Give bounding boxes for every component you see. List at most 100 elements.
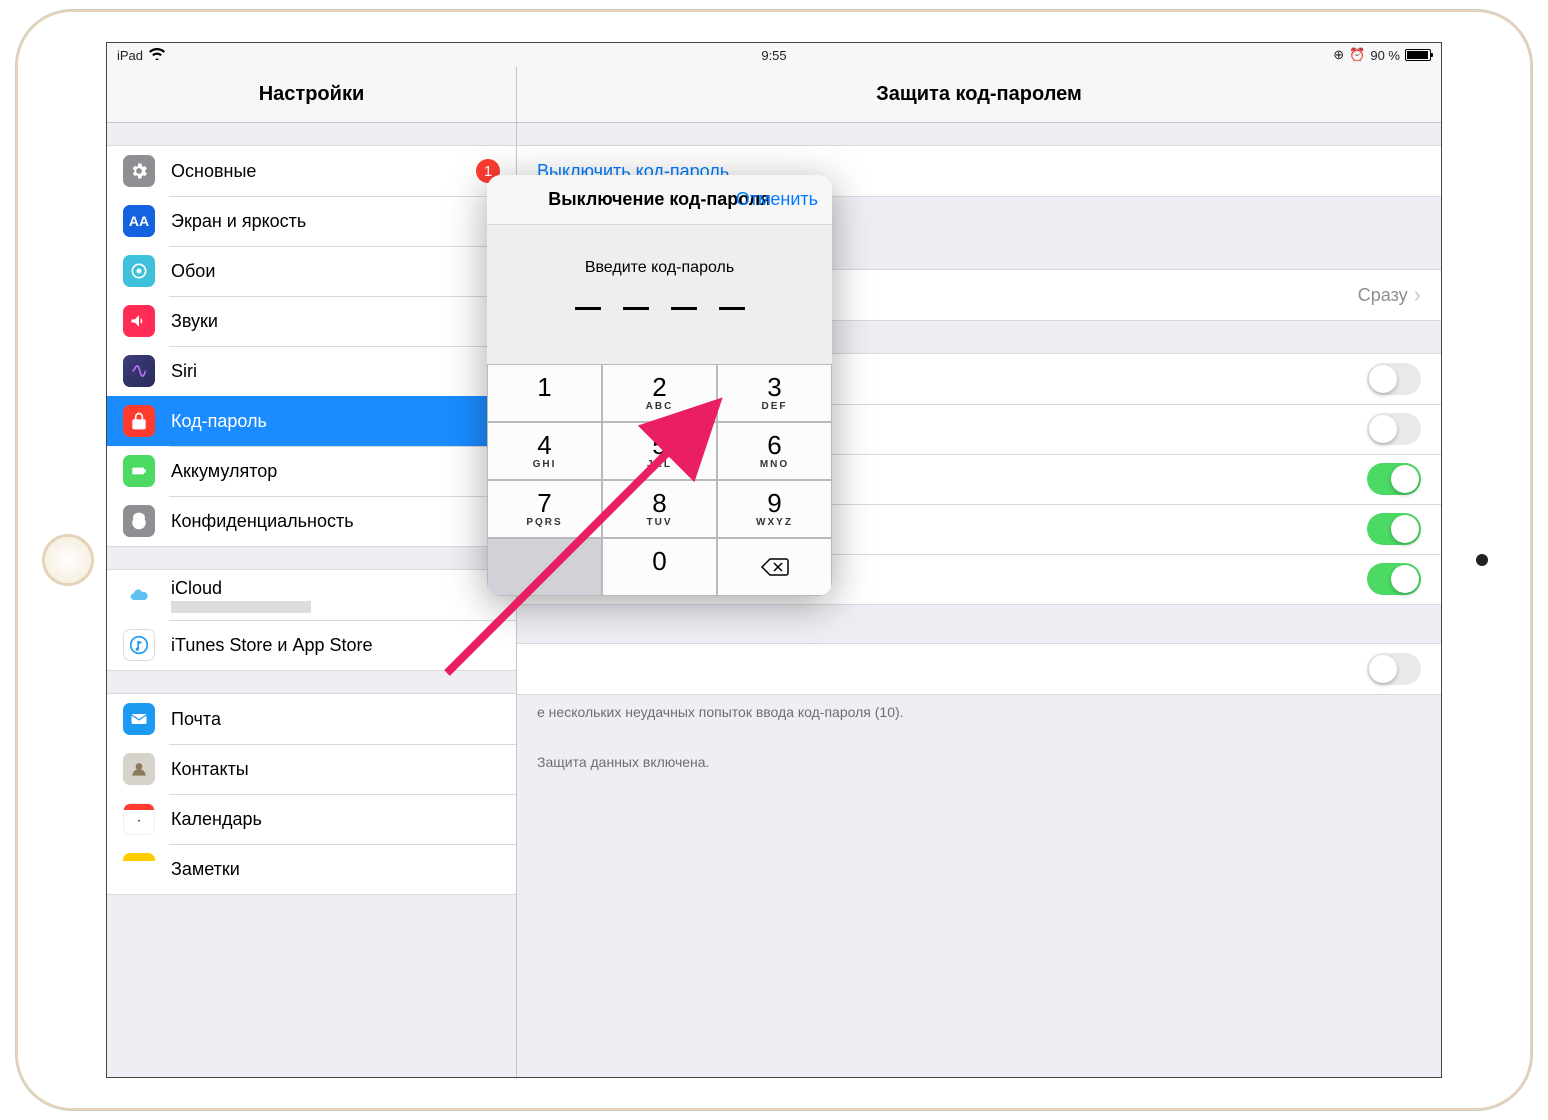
sidebar-item-label: Обои bbox=[171, 261, 215, 282]
sidebar-item-itunes[interactable]: iTunes Store и App Store bbox=[107, 620, 516, 670]
passcode-icon bbox=[123, 405, 155, 437]
sidebar-item-sounds[interactable]: Звуки bbox=[107, 296, 516, 346]
sidebar-item-label: Конфиденциальность bbox=[171, 511, 354, 532]
keypad-key-4[interactable]: 4GHI bbox=[487, 422, 602, 480]
home-button[interactable] bbox=[42, 534, 94, 586]
sidebar-item-label: Почта bbox=[171, 709, 221, 730]
key-letters: ABC bbox=[646, 401, 674, 412]
alarm-icon: ⏰ bbox=[1349, 47, 1365, 63]
sidebar-item-display[interactable]: AA Экран и яркость bbox=[107, 196, 516, 246]
toggle-switch[interactable] bbox=[1367, 363, 1421, 395]
sidebar-item-icloud[interactable]: iCloud bbox=[107, 570, 516, 620]
key-letters: PQRS bbox=[526, 517, 562, 528]
sidebar-item-general[interactable]: Основные1 bbox=[107, 146, 516, 196]
popover-header: Выключение код-пароля Отменить bbox=[487, 175, 832, 225]
sidebar-list[interactable]: Основные1 AA Экран и яркость Обои Звуки Siri К… bbox=[107, 123, 516, 1077]
settings-sidebar: Настройки Основные1 AA Экран и яркость Обои… bbox=[107, 67, 517, 1077]
keypad-key-6[interactable]: 6MNO bbox=[717, 422, 832, 480]
sidebar-item-label: Основные bbox=[171, 161, 256, 182]
keypad-key-1[interactable]: 1 bbox=[487, 364, 602, 422]
status-bar: iPad 9:55 ⊕ ⏰ 90 % bbox=[107, 43, 1441, 67]
sidebar-item-siri[interactable]: Siri bbox=[107, 346, 516, 396]
sidebar-item-calendar[interactable]: ·Календарь bbox=[107, 794, 516, 844]
toggle-switch[interactable] bbox=[1367, 563, 1421, 595]
wallpaper-icon bbox=[123, 255, 155, 287]
sidebar-item-notes[interactable]: Заметки bbox=[107, 844, 516, 894]
key-letters: DEF bbox=[762, 401, 788, 412]
passcode-popover: Выключение код-пароля Отменить Введите к… bbox=[487, 175, 832, 596]
require-value: Сразу bbox=[1358, 285, 1408, 306]
battery-icon bbox=[123, 455, 155, 487]
footer-note-2: Защита данных включена. bbox=[517, 745, 1441, 781]
keypad-key-0[interactable]: 0 bbox=[602, 538, 717, 596]
sidebar-item-battery[interactable]: Аккумулятор bbox=[107, 446, 516, 496]
key-number: 4 bbox=[537, 432, 551, 458]
sidebar-item-privacy[interactable]: Конфиденциальность bbox=[107, 496, 516, 546]
sidebar-item-mail[interactable]: Почта bbox=[107, 694, 516, 744]
sidebar-item-label: Siri bbox=[171, 361, 197, 382]
key-letters: GHI bbox=[533, 459, 557, 470]
detail-title: Защита код-паролем bbox=[517, 67, 1441, 123]
ipad-frame: iPad 9:55 ⊕ ⏰ 90 % Настройки Основные1AA… bbox=[16, 10, 1532, 1110]
chevron-right-icon: › bbox=[1414, 282, 1421, 308]
key-letters: WXYZ bbox=[756, 517, 793, 528]
sidebar-item-label: iCloud bbox=[171, 578, 311, 599]
key-letters: MNO bbox=[760, 459, 789, 470]
sidebar-title: Настройки bbox=[107, 67, 516, 123]
battery-icon bbox=[1405, 49, 1431, 61]
keypad-key-9[interactable]: 9WXYZ bbox=[717, 480, 832, 538]
calendar-icon: · bbox=[123, 803, 155, 835]
camera-dot bbox=[1476, 554, 1488, 566]
key-number: 6 bbox=[767, 432, 781, 458]
sidebar-item-label: Экран и яркость bbox=[171, 211, 306, 232]
sidebar-item-label: Контакты bbox=[171, 759, 249, 780]
sidebar-item-contacts[interactable]: Контакты bbox=[107, 744, 516, 794]
carrier-label: iPad bbox=[117, 48, 143, 63]
keypad-key-8[interactable]: 8TUV bbox=[602, 480, 717, 538]
wifi-icon bbox=[149, 48, 165, 63]
keypad-backspace[interactable] bbox=[717, 538, 832, 596]
sidebar-item-label: Звуки bbox=[171, 311, 218, 332]
key-letters: TUV bbox=[647, 517, 673, 528]
battery-text: 90 % bbox=[1370, 48, 1400, 63]
key-letters: JKL bbox=[647, 459, 672, 470]
keypad-blank bbox=[487, 538, 602, 596]
sidebar-item-label: Аккумулятор bbox=[171, 461, 277, 482]
toggle-switch[interactable] bbox=[1367, 413, 1421, 445]
footer-note-1: е нескольких неудачных попыток ввода код… bbox=[517, 695, 1441, 731]
keypad-key-5[interactable]: 5JKL bbox=[602, 422, 717, 480]
sidebar-item-label: iTunes Store и App Store bbox=[171, 635, 373, 656]
screen: iPad 9:55 ⊕ ⏰ 90 % Настройки Основные1AA… bbox=[106, 42, 1442, 1078]
passcode-dash bbox=[575, 307, 601, 310]
key-number: 9 bbox=[767, 490, 781, 516]
sidebar-item-passcode[interactable]: Код-пароль bbox=[107, 396, 516, 446]
siri-icon bbox=[123, 355, 155, 387]
sounds-icon bbox=[123, 305, 155, 337]
mail-icon bbox=[123, 703, 155, 735]
keypad-key-7[interactable]: 7PQRS bbox=[487, 480, 602, 538]
passcode-dash bbox=[671, 307, 697, 310]
backspace-icon bbox=[760, 557, 790, 577]
key-number: 5 bbox=[652, 432, 666, 458]
key-number: 3 bbox=[767, 374, 781, 400]
keypad-key-2[interactable]: 2ABC bbox=[602, 364, 717, 422]
status-time: 9:55 bbox=[761, 48, 786, 63]
general-icon bbox=[123, 155, 155, 187]
sidebar-item-label: Заметки bbox=[171, 859, 240, 880]
passcode-dash bbox=[719, 307, 745, 310]
enter-passcode-label: Введите код-пароль bbox=[487, 259, 832, 277]
toggle-switch[interactable] bbox=[1367, 513, 1421, 545]
toggle-switch[interactable] bbox=[1367, 653, 1421, 685]
privacy-icon bbox=[123, 505, 155, 537]
sidebar-item-wallpaper[interactable]: Обои bbox=[107, 246, 516, 296]
key-number: 7 bbox=[537, 490, 551, 516]
itunes-icon bbox=[123, 629, 155, 661]
setting-switch-row[interactable] bbox=[517, 644, 1441, 694]
keypad-key-3[interactable]: 3DEF bbox=[717, 364, 832, 422]
icloud-icon bbox=[123, 579, 155, 611]
toggle-switch[interactable] bbox=[1367, 463, 1421, 495]
cancel-button[interactable]: Отменить bbox=[736, 189, 818, 210]
passcode-dashes bbox=[487, 307, 832, 310]
key-number: 1 bbox=[537, 374, 551, 400]
display-icon: AA bbox=[123, 205, 155, 237]
